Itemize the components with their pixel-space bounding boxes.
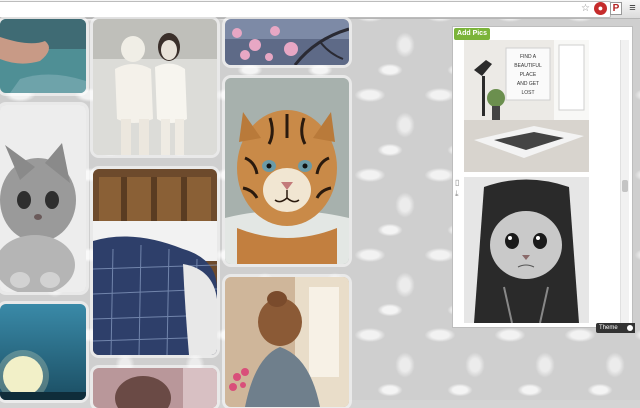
- pin-bed-plaid[interactable]: [93, 169, 217, 355]
- poster-line-3: PLACE: [520, 72, 537, 78]
- download-icon[interactable]: ⤓: [455, 189, 459, 199]
- pin-tiger-cub[interactable]: [225, 78, 349, 264]
- add-pics-button[interactable]: Add Pics: [454, 28, 490, 40]
- panel-scrollbar[interactable]: [620, 40, 629, 324]
- browser-toolbar: ☆ ● P ≡: [0, 0, 640, 19]
- theme-button[interactable]: Theme: [596, 323, 635, 333]
- star-icon[interactable]: ☆: [579, 2, 592, 15]
- pin-pink-portrait[interactable]: [93, 368, 217, 408]
- adblock-extension-icon[interactable]: ●: [594, 2, 607, 15]
- address-bar[interactable]: [0, 1, 611, 18]
- pin-girl-window[interactable]: [225, 277, 349, 407]
- panel-pin-cat-hoodie[interactable]: [464, 177, 589, 324]
- panel-pin-desk-poster[interactable]: FIND A BEAUTIFUL PLACE AND GET LOST: [464, 40, 589, 172]
- theme-label: Theme: [599, 325, 618, 331]
- pin-cherry-blossom[interactable]: [225, 19, 349, 65]
- pin-handle-icon[interactable]: ▯: [455, 178, 459, 187]
- pinterest-extension-icon[interactable]: P: [610, 2, 622, 15]
- pin-vintage-women[interactable]: [93, 19, 217, 155]
- poster-line-5: LOST: [521, 90, 534, 96]
- poster-line-1: FIND A: [520, 54, 537, 60]
- scrollbar-thumb[interactable]: [622, 180, 628, 192]
- theme-toggle-icon: [627, 325, 633, 331]
- pin-hands-teal[interactable]: [0, 19, 86, 93]
- pin-kitten-gray[interactable]: [0, 105, 86, 292]
- poster-line-4: AND GET: [517, 81, 539, 87]
- pin-moon-sky[interactable]: [0, 304, 86, 400]
- menu-icon[interactable]: ≡: [626, 2, 639, 15]
- poster-line-2: BEAUTIFUL: [514, 63, 542, 69]
